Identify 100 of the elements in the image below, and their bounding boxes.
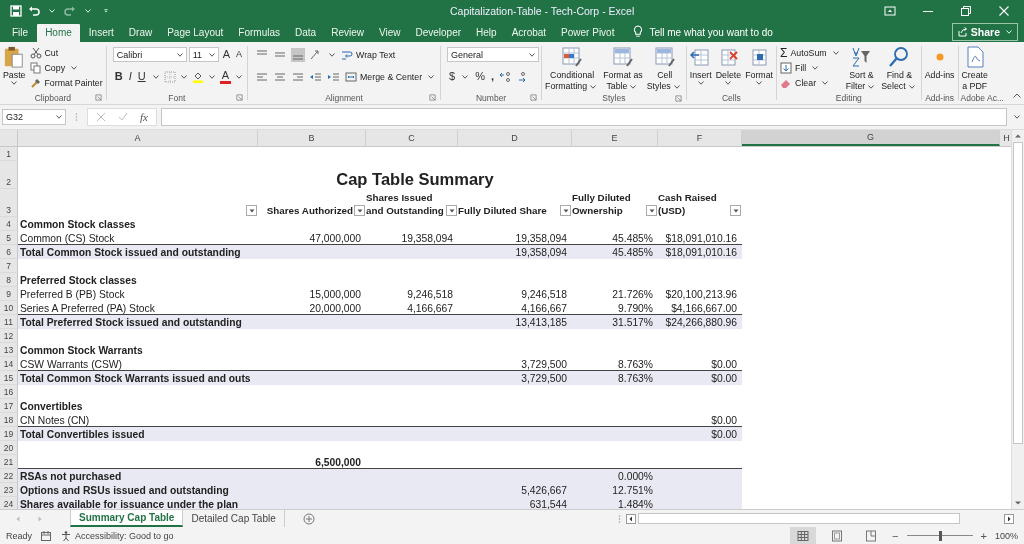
- save-icon[interactable]: [10, 5, 22, 17]
- italic-button[interactable]: I: [126, 70, 134, 83]
- customize-icon[interactable]: [103, 9, 109, 13]
- cells-button[interactable]: Format: [744, 46, 775, 85]
- expand-formula-icon[interactable]: [1014, 115, 1020, 119]
- row-header[interactable]: 11: [0, 315, 18, 329]
- scroll-right-icon[interactable]: [1004, 513, 1014, 524]
- column-header[interactable]: E: [572, 130, 658, 146]
- menu-tab[interactable]: File: [6, 24, 35, 42]
- menu-tab[interactable]: Developer: [409, 24, 468, 42]
- drag-handle-icon[interactable]: [75, 112, 78, 122]
- zoom-out-button[interactable]: −: [892, 529, 899, 542]
- styles-button[interactable]: Format as Table: [602, 46, 644, 92]
- row-header[interactable]: 12: [0, 329, 18, 343]
- row-header[interactable]: 2: [0, 161, 18, 189]
- row-header[interactable]: 16: [0, 385, 18, 399]
- restore-icon[interactable]: [960, 5, 972, 17]
- row-header[interactable]: 13: [0, 343, 18, 357]
- filter-button[interactable]: [354, 205, 365, 216]
- menu-tab[interactable]: Power Pivot: [555, 24, 621, 42]
- column-header[interactable]: C: [366, 130, 458, 146]
- filter-button[interactable]: [446, 205, 457, 216]
- row-header[interactable]: 9: [0, 287, 18, 301]
- row-header[interactable]: 5: [0, 231, 18, 245]
- formula-input[interactable]: [160, 108, 1007, 126]
- find-select-button[interactable]: Find & Select: [880, 46, 919, 92]
- accessibility-icon[interactable]: [60, 529, 72, 542]
- dialog-launcher-icon[interactable]: [236, 94, 243, 101]
- copy-button[interactable]: Copy: [28, 61, 104, 74]
- align-icon[interactable]: [291, 47, 305, 62]
- row-header[interactable]: 14: [0, 357, 18, 371]
- add-ins-button[interactable]: Add-ins: [923, 46, 956, 81]
- row-header[interactable]: 4: [0, 217, 18, 231]
- row-header[interactable]: 21: [0, 455, 18, 469]
- zoom-in-button[interactable]: +: [980, 529, 987, 542]
- wrap-text-button[interactable]: Wrap Text: [340, 48, 397, 61]
- menu-tab[interactable]: Home: [37, 24, 80, 42]
- autosum-button[interactable]: Σ AutoSum: [779, 46, 843, 59]
- fill-button[interactable]: Fill: [779, 61, 843, 74]
- cut-button[interactable]: Cut: [28, 46, 104, 59]
- bold-button[interactable]: B: [112, 70, 125, 83]
- filter-button[interactable]: [560, 205, 571, 216]
- currency-button[interactable]: $: [447, 70, 458, 83]
- insert-function-button[interactable]: fx: [140, 111, 148, 123]
- styles-button[interactable]: Conditional Formatting: [544, 46, 601, 92]
- row-header[interactable]: 19: [0, 427, 18, 441]
- macro-record-icon[interactable]: [40, 529, 52, 542]
- menu-tab[interactable]: Draw: [122, 24, 159, 42]
- filter-button[interactable]: [246, 205, 257, 216]
- tell-me-field[interactable]: Tell me what you want to do: [649, 27, 773, 42]
- close-icon[interactable]: [998, 5, 1010, 17]
- cells-button[interactable]: Insert: [688, 46, 713, 85]
- row-header[interactable]: 17: [0, 399, 18, 413]
- font-name-field[interactable]: Calibri: [112, 47, 187, 62]
- collapse-ribbon-icon[interactable]: [1013, 93, 1021, 98]
- sort-filter-button[interactable]: Sort & Filter: [844, 46, 879, 92]
- zoom-level[interactable]: 100%: [994, 530, 1024, 541]
- accessibility-status[interactable]: Accessibility: Good to go: [75, 530, 174, 541]
- decrease-font-size-button[interactable]: A: [234, 48, 245, 61]
- font-color-button[interactable]: A: [219, 69, 231, 84]
- row-header[interactable]: 24: [0, 497, 18, 509]
- column-header[interactable]: G: [742, 130, 1000, 146]
- row-header[interactable]: 23: [0, 483, 18, 497]
- row-header[interactable]: 20: [0, 441, 18, 455]
- row-header[interactable]: 8: [0, 273, 18, 287]
- row-header[interactable]: 18: [0, 413, 18, 427]
- normal-view-button[interactable]: [790, 527, 817, 544]
- create-pdf-button[interactable]: Create a PDF: [960, 46, 989, 92]
- name-box[interactable]: G32: [2, 109, 66, 125]
- undo-icon[interactable]: [28, 5, 40, 17]
- row-header[interactable]: 1: [0, 147, 18, 161]
- row-header[interactable]: 6: [0, 245, 18, 259]
- zoom-slider-thumb[interactable]: [938, 530, 942, 541]
- column-header[interactable]: B: [258, 130, 366, 146]
- filter-button[interactable]: [730, 205, 741, 216]
- styles-button[interactable]: Cell Styles: [645, 46, 684, 92]
- row-header[interactable]: 10: [0, 301, 18, 315]
- scroll-thumb[interactable]: [638, 513, 960, 524]
- dialog-launcher-icon[interactable]: [674, 95, 682, 102]
- percent-button[interactable]: %: [473, 70, 487, 83]
- ribbon-display-icon[interactable]: [884, 5, 896, 17]
- menu-tab[interactable]: Help: [470, 24, 503, 42]
- column-header[interactable]: D: [458, 130, 572, 146]
- merge-center-button[interactable]: Merge & Center: [344, 70, 439, 83]
- menu-tab[interactable]: Data: [289, 24, 323, 42]
- comma-button[interactable]: ,: [489, 70, 497, 83]
- menu-tab[interactable]: Page Layout: [161, 24, 230, 42]
- paste-button[interactable]: Paste: [2, 46, 27, 85]
- menu-tab[interactable]: Insert: [82, 24, 120, 42]
- increase-font-size-button[interactable]: A: [220, 48, 233, 61]
- clear-button[interactable]: Clear: [779, 76, 843, 89]
- row-header[interactable]: 22: [0, 469, 18, 483]
- scroll-left-icon[interactable]: [626, 513, 636, 524]
- font-size-field[interactable]: 11: [188, 47, 219, 62]
- checkmark-icon[interactable]: [118, 112, 128, 122]
- redo-icon[interactable]: [64, 5, 76, 17]
- underline-button[interactable]: U: [135, 70, 148, 83]
- dialog-launcher-icon[interactable]: [429, 94, 437, 101]
- filter-button[interactable]: [646, 205, 657, 216]
- scroll-thumb[interactable]: [1013, 142, 1023, 444]
